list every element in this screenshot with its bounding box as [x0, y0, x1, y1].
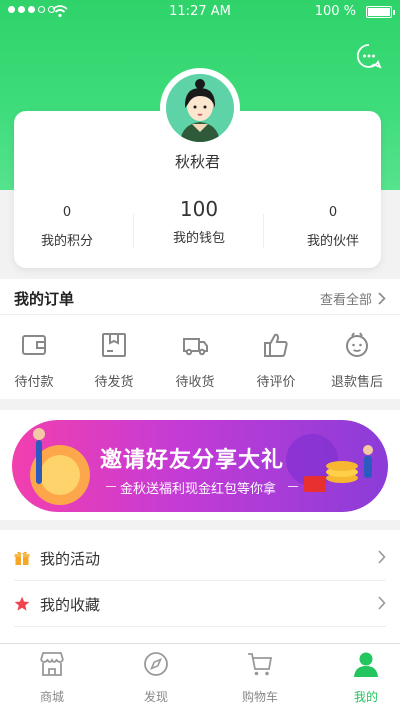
menu-list: 我的活动 我的收藏	[0, 530, 400, 650]
status-bar: 11:27 AM 100 %	[0, 0, 400, 24]
divider	[133, 214, 134, 248]
battery-percent: 100 %	[314, 4, 356, 19]
wallet-value: 100	[179, 197, 219, 221]
wallet-label: 我的钱包	[172, 231, 225, 246]
tab-discover[interactable]: 发现	[116, 650, 196, 705]
username: 秋秋君	[174, 153, 220, 171]
banner-section: 邀请好友分享大礼 金秋送福利现金红包等你拿	[0, 410, 400, 520]
order-item-label: 待发货	[94, 375, 134, 390]
star-icon	[14, 596, 30, 611]
message-icon[interactable]	[356, 43, 382, 69]
gift-icon	[14, 551, 30, 565]
truck-icon	[183, 338, 208, 356]
cart-icon	[248, 653, 273, 676]
chevron-right-icon	[378, 550, 386, 564]
wallet-icon	[22, 335, 46, 355]
partners-value: 0	[328, 205, 338, 220]
bottom-tab-bar: 商城 发现 购物车 我的	[0, 643, 400, 711]
box-icon	[102, 333, 126, 357]
orders-title: 我的订单	[14, 290, 75, 308]
menu-item-activities[interactable]: 我的活动	[14, 535, 386, 581]
orders-header: 我的订单 查看全部	[0, 279, 400, 315]
order-pending-payment[interactable]: 待付款	[0, 331, 74, 390]
banner-headline: 邀请好友分享大礼	[100, 448, 285, 473]
stat-points[interactable]: 0 我的积分	[6, 205, 128, 249]
tab-label: 购物车	[241, 690, 278, 704]
battery-icon	[366, 6, 395, 18]
shop-icon	[40, 652, 64, 676]
tab-label: 我的	[353, 690, 378, 704]
refund-icon	[346, 332, 368, 357]
chevron-right-icon	[378, 596, 386, 610]
menu-item-favorites[interactable]: 我的收藏	[14, 581, 386, 627]
order-item-label: 待评价	[256, 375, 296, 390]
partners-label: 我的伙伴	[306, 234, 359, 249]
chevron-right-icon	[378, 292, 386, 305]
banner-subline: 金秋送福利现金红包等你拿	[120, 482, 277, 497]
menu-item-label: 我的收藏	[40, 596, 101, 614]
view-all-label: 查看全部	[319, 293, 372, 308]
invite-friends-banner[interactable]: 邀请好友分享大礼 金秋送福利现金红包等你拿	[12, 420, 388, 512]
points-label: 我的积分	[40, 234, 93, 249]
order-item-label: 待收货	[175, 375, 215, 390]
tab-label: 商城	[39, 690, 64, 704]
view-all-orders-link[interactable]: 查看全部	[320, 289, 386, 308]
banner-rule	[106, 486, 116, 487]
order-pending-shipment[interactable]: 待发货	[74, 331, 154, 390]
orders-section: 我的订单 查看全部 待付款 待发货 待收货 待评价 退款售后	[0, 279, 400, 399]
user-icon	[354, 652, 378, 677]
thumbs-up-icon	[264, 333, 288, 357]
avatar-illustration	[166, 74, 234, 142]
divider	[263, 214, 264, 248]
order-refund[interactable]: 退款售后	[317, 331, 397, 390]
order-pending-review[interactable]: 待评价	[236, 331, 316, 390]
menu-item-label: 我的活动	[40, 550, 101, 568]
compass-icon	[144, 652, 168, 676]
avatar[interactable]	[166, 74, 234, 142]
order-item-label: 退款售后	[330, 375, 383, 390]
stat-partners[interactable]: 0 我的伙伴	[272, 205, 394, 249]
tab-me[interactable]: 我的	[326, 650, 400, 705]
banner-rule	[288, 486, 298, 487]
order-item-label: 待付款	[14, 375, 54, 390]
tab-label: 发现	[143, 690, 168, 704]
order-pending-receipt[interactable]: 待收货	[155, 331, 235, 390]
points-value: 0	[62, 205, 72, 220]
stat-wallet[interactable]: 100 我的钱包	[138, 197, 260, 246]
tab-cart[interactable]: 购物车	[220, 650, 300, 705]
tab-shop[interactable]: 商城	[12, 650, 92, 705]
